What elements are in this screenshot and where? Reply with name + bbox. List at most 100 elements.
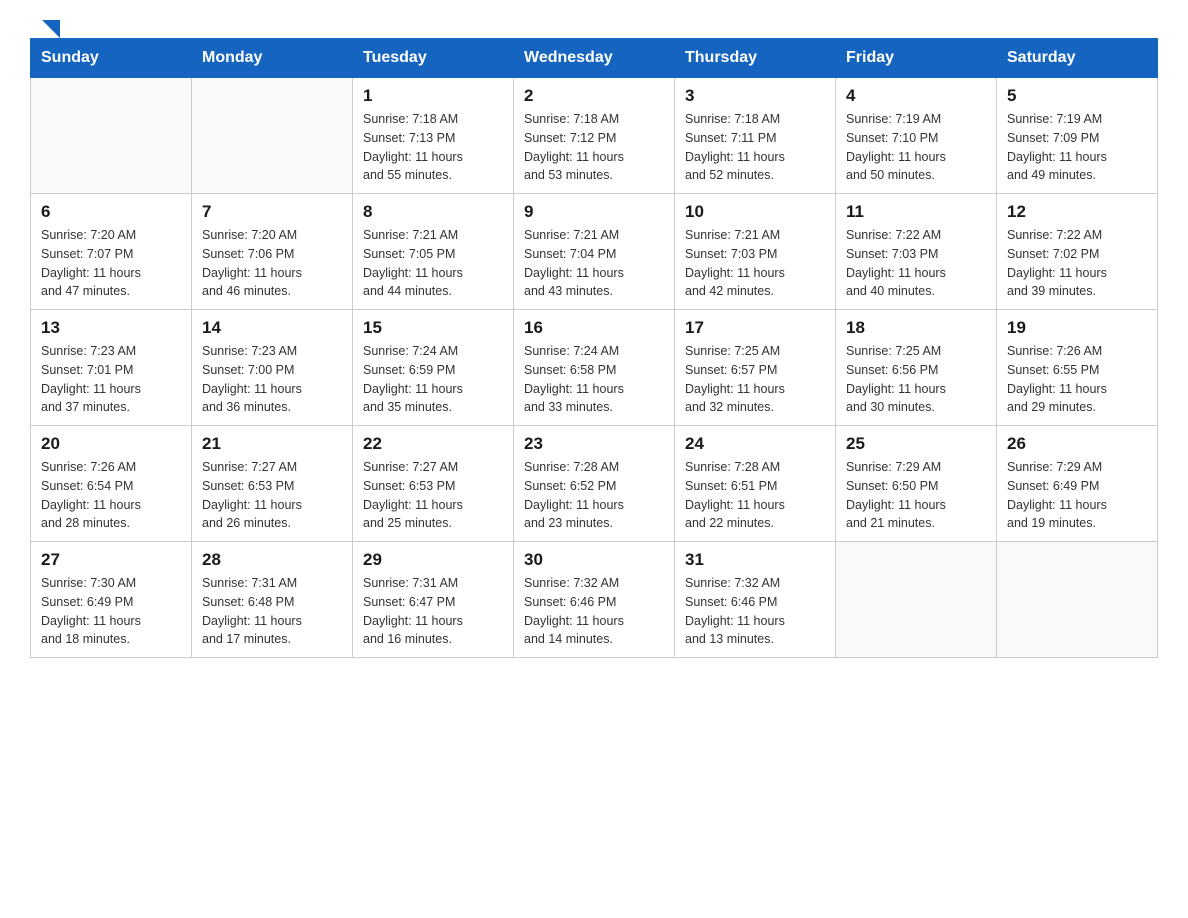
calendar-header: SundayMondayTuesdayWednesdayThursdayFrid… xyxy=(31,39,1158,78)
header-cell-monday: Monday xyxy=(192,39,353,78)
day-number: 13 xyxy=(41,318,181,338)
calendar-cell xyxy=(997,542,1158,658)
calendar-cell: 26 Sunrise: 7:29 AMSunset: 6:49 PMDayligh… xyxy=(997,426,1158,542)
day-number: 3 xyxy=(685,86,825,106)
week-row: 1 Sunrise: 7:18 AMSunset: 7:13 PMDaylight… xyxy=(31,78,1158,194)
day-info: Sunrise: 7:25 AMSunset: 6:57 PMDaylight:… xyxy=(685,342,825,417)
day-info: Sunrise: 7:23 AMSunset: 7:00 PMDaylight:… xyxy=(202,342,342,417)
calendar-cell xyxy=(836,542,997,658)
day-info: Sunrise: 7:31 AMSunset: 6:48 PMDaylight:… xyxy=(202,574,342,649)
calendar-cell: 5 Sunrise: 7:19 AMSunset: 7:09 PMDaylight… xyxy=(997,78,1158,194)
calendar-cell xyxy=(192,78,353,194)
day-number: 8 xyxy=(363,202,503,222)
day-number: 16 xyxy=(524,318,664,338)
day-number: 11 xyxy=(846,202,986,222)
calendar-cell: 8Sunrise: 7:21 AMSunset: 7:05 PMDaylight… xyxy=(353,194,514,310)
day-number: 19 xyxy=(1007,318,1147,338)
day-number: 28 xyxy=(202,550,342,570)
day-number: 27 xyxy=(41,550,181,570)
calendar-cell: 28 Sunrise: 7:31 AMSunset: 6:48 PMDayligh… xyxy=(192,542,353,658)
day-info: Sunrise: 7:23 AMSunset: 7:01 PMDaylight:… xyxy=(41,342,181,417)
calendar-cell xyxy=(31,78,192,194)
day-number: 17 xyxy=(685,318,825,338)
header-cell-wednesday: Wednesday xyxy=(514,39,675,78)
calendar-cell: 23Sunrise: 7:28 AMSunset: 6:52 PMDayligh… xyxy=(514,426,675,542)
day-number: 1 xyxy=(363,86,503,106)
day-number: 5 xyxy=(1007,86,1147,106)
day-number: 18 xyxy=(846,318,986,338)
header-cell-sunday: Sunday xyxy=(31,39,192,78)
calendar-cell: 15Sunrise: 7:24 AMSunset: 6:59 PMDayligh… xyxy=(353,310,514,426)
day-info: Sunrise: 7:20 AMSunset: 7:06 PMDaylight:… xyxy=(202,226,342,301)
day-number: 7 xyxy=(202,202,342,222)
day-number: 23 xyxy=(524,434,664,454)
day-info: Sunrise: 7:28 AMSunset: 6:51 PMDaylight:… xyxy=(685,458,825,533)
day-info: Sunrise: 7:22 AMSunset: 7:03 PMDaylight:… xyxy=(846,226,986,301)
day-number: 24 xyxy=(685,434,825,454)
header-cell-tuesday: Tuesday xyxy=(353,39,514,78)
calendar-cell: 3Sunrise: 7:18 AMSunset: 7:11 PMDaylight… xyxy=(675,78,836,194)
day-info: Sunrise: 7:27 AMSunset: 6:53 PMDaylight:… xyxy=(363,458,503,533)
day-number: 10 xyxy=(685,202,825,222)
day-info: Sunrise: 7:19 AMSunset: 7:09 PMDaylight:… xyxy=(1007,110,1147,185)
day-number: 31 xyxy=(685,550,825,570)
day-info: Sunrise: 7:18 AMSunset: 7:13 PMDaylight:… xyxy=(363,110,503,185)
day-info: Sunrise: 7:27 AMSunset: 6:53 PMDaylight:… xyxy=(202,458,342,533)
day-number: 29 xyxy=(363,550,503,570)
day-number: 6 xyxy=(41,202,181,222)
header-cell-saturday: Saturday xyxy=(997,39,1158,78)
calendar-cell: 19 Sunrise: 7:26 AMSunset: 6:55 PMDayligh… xyxy=(997,310,1158,426)
calendar-cell: 9 Sunrise: 7:21 AMSunset: 7:04 PMDaylight… xyxy=(514,194,675,310)
day-number: 14 xyxy=(202,318,342,338)
day-info: Sunrise: 7:29 AMSunset: 6:50 PMDaylight:… xyxy=(846,458,986,533)
day-info: Sunrise: 7:21 AMSunset: 7:04 PMDaylight:… xyxy=(524,226,664,301)
week-row: 20 Sunrise: 7:26 AMSunset: 6:54 PMDayligh… xyxy=(31,426,1158,542)
day-number: 2 xyxy=(524,86,664,106)
calendar-cell: 6 Sunrise: 7:20 AMSunset: 7:07 PMDaylight… xyxy=(31,194,192,310)
calendar-cell: 29 Sunrise: 7:31 AMSunset: 6:47 PMDayligh… xyxy=(353,542,514,658)
calendar-cell: 13 Sunrise: 7:23 AMSunset: 7:01 PMDayligh… xyxy=(31,310,192,426)
day-number: 4 xyxy=(846,86,986,106)
day-info: Sunrise: 7:19 AMSunset: 7:10 PMDaylight:… xyxy=(846,110,986,185)
calendar-cell: 1 Sunrise: 7:18 AMSunset: 7:13 PMDaylight… xyxy=(353,78,514,194)
day-number: 9 xyxy=(524,202,664,222)
calendar-cell: 11 Sunrise: 7:22 AMSunset: 7:03 PMDayligh… xyxy=(836,194,997,310)
day-info: Sunrise: 7:30 AMSunset: 6:49 PMDaylight:… xyxy=(41,574,181,649)
calendar-cell: 2 Sunrise: 7:18 AMSunset: 7:12 PMDaylight… xyxy=(514,78,675,194)
day-info: Sunrise: 7:29 AMSunset: 6:49 PMDaylight:… xyxy=(1007,458,1147,533)
day-number: 30 xyxy=(524,550,664,570)
header-row: SundayMondayTuesdayWednesdayThursdayFrid… xyxy=(31,39,1158,78)
day-number: 25 xyxy=(846,434,986,454)
header-cell-thursday: Thursday xyxy=(675,39,836,78)
day-info: Sunrise: 7:25 AMSunset: 6:56 PMDaylight:… xyxy=(846,342,986,417)
calendar-cell: 14 Sunrise: 7:23 AMSunset: 7:00 PMDayligh… xyxy=(192,310,353,426)
calendar-cell: 10 Sunrise: 7:21 AMSunset: 7:03 PMDayligh… xyxy=(675,194,836,310)
week-row: 27 Sunrise: 7:30 AMSunset: 6:49 PMDayligh… xyxy=(31,542,1158,658)
calendar-cell: 17 Sunrise: 7:25 AMSunset: 6:57 PMDayligh… xyxy=(675,310,836,426)
day-info: Sunrise: 7:20 AMSunset: 7:07 PMDaylight:… xyxy=(41,226,181,301)
day-number: 22 xyxy=(363,434,503,454)
calendar-cell: 22 Sunrise: 7:27 AMSunset: 6:53 PMDayligh… xyxy=(353,426,514,542)
week-row: 6 Sunrise: 7:20 AMSunset: 7:07 PMDaylight… xyxy=(31,194,1158,310)
calendar-cell: 21 Sunrise: 7:27 AMSunset: 6:53 PMDayligh… xyxy=(192,426,353,542)
calendar-cell: 7 Sunrise: 7:20 AMSunset: 7:06 PMDaylight… xyxy=(192,194,353,310)
day-info: Sunrise: 7:21 AMSunset: 7:03 PMDaylight:… xyxy=(685,226,825,301)
header-cell-friday: Friday xyxy=(836,39,997,78)
calendar-cell: 24 Sunrise: 7:28 AMSunset: 6:51 PMDayligh… xyxy=(675,426,836,542)
day-info: Sunrise: 7:31 AMSunset: 6:47 PMDaylight:… xyxy=(363,574,503,649)
day-number: 21 xyxy=(202,434,342,454)
calendar-body: 1 Sunrise: 7:18 AMSunset: 7:13 PMDaylight… xyxy=(31,78,1158,658)
day-number: 12 xyxy=(1007,202,1147,222)
day-info: Sunrise: 7:26 AMSunset: 6:55 PMDaylight:… xyxy=(1007,342,1147,417)
calendar-cell: 27 Sunrise: 7:30 AMSunset: 6:49 PMDayligh… xyxy=(31,542,192,658)
day-info: Sunrise: 7:24 AMSunset: 6:58 PMDaylight:… xyxy=(524,342,664,417)
day-info: Sunrise: 7:32 AMSunset: 6:46 PMDaylight:… xyxy=(524,574,664,649)
day-number: 15 xyxy=(363,318,503,338)
day-info: Sunrise: 7:18 AMSunset: 7:12 PMDaylight:… xyxy=(524,110,664,185)
day-info: Sunrise: 7:26 AMSunset: 6:54 PMDaylight:… xyxy=(41,458,181,533)
calendar-cell: 16 Sunrise: 7:24 AMSunset: 6:58 PMDayligh… xyxy=(514,310,675,426)
day-number: 20 xyxy=(41,434,181,454)
day-number: 26 xyxy=(1007,434,1147,454)
day-info: Sunrise: 7:32 AMSunset: 6:46 PMDaylight:… xyxy=(685,574,825,649)
calendar-cell: 25 Sunrise: 7:29 AMSunset: 6:50 PMDayligh… xyxy=(836,426,997,542)
